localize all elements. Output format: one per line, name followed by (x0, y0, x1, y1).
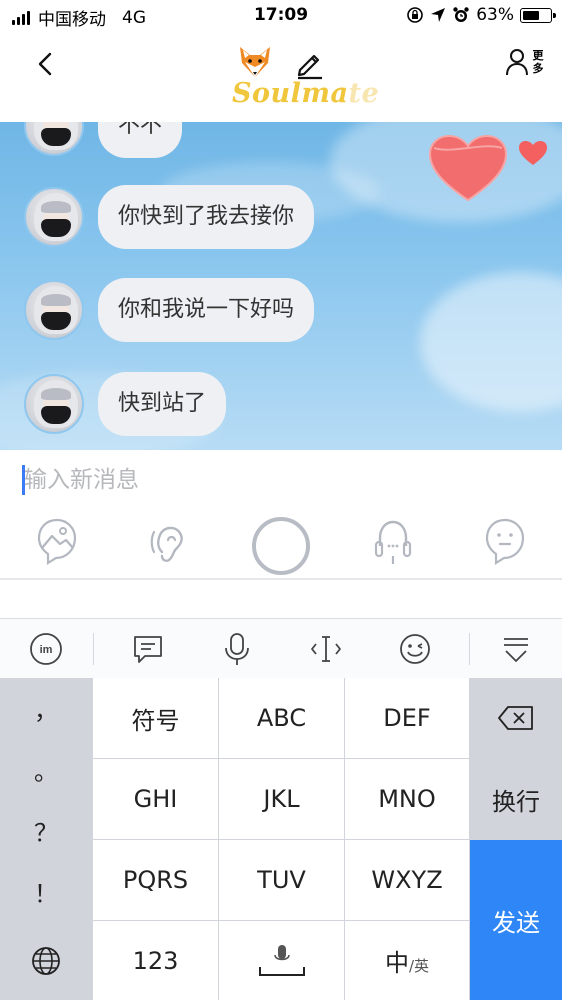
key-def[interactable]: DEF (345, 678, 469, 758)
key-tuv[interactable]: TUV (219, 840, 344, 920)
key-punct-exclaim[interactable]: ！ (0, 861, 92, 921)
chat-area[interactable]: 不不 你快到了我去接你 你和我说一下好吗 快到站了 (0, 122, 562, 450)
more-button[interactable]: 更多 (505, 48, 544, 76)
emoji-icon[interactable] (397, 631, 433, 667)
message-bubble[interactable]: 你和我说一下好吗 (98, 278, 315, 342)
backspace-icon (498, 706, 533, 730)
record-button[interactable] (250, 515, 312, 577)
orientation-lock-icon (407, 7, 424, 23)
ime-icon[interactable]: im (28, 631, 64, 667)
key-space[interactable] (219, 921, 344, 1000)
location-arrow-icon (431, 8, 446, 22)
image-icon[interactable] (36, 516, 78, 568)
alarm-icon (453, 7, 469, 22)
small-heart-icon[interactable] (518, 140, 548, 166)
avatar[interactable] (24, 374, 84, 434)
message-bubble[interactable]: 快到站了 (98, 372, 227, 436)
key-punct-period[interactable]: 。 (0, 739, 92, 799)
status-bar: 中国移动 4G 17:09 63% (0, 0, 562, 32)
microphone-icon[interactable] (219, 631, 255, 667)
key-language[interactable]: 中/英 (345, 921, 469, 1000)
message-row: 你和我说一下好吗 (24, 278, 315, 342)
key-jkl[interactable]: JKL (219, 759, 344, 839)
message-row: 你快到了我去接你 (24, 185, 315, 249)
key-globe[interactable] (0, 922, 92, 1000)
headphone-icon[interactable] (372, 516, 414, 568)
fox-face-icon (240, 47, 270, 77)
key-newline[interactable]: 换行 (470, 759, 562, 839)
keyboard-toolbar: im (0, 618, 562, 678)
message-row: 快到站了 (24, 372, 227, 436)
key-punct-question[interactable]: ？ (0, 800, 92, 860)
message-bubble[interactable]: 你快到了我去接你 (98, 185, 315, 249)
face-icon[interactable] (484, 516, 526, 568)
chevron-left-icon[interactable] (32, 50, 60, 78)
key-mno[interactable]: MNO (345, 759, 469, 839)
battery-icon (520, 7, 556, 23)
message-icon[interactable] (130, 631, 166, 667)
message-input-bar (0, 450, 562, 510)
brand-logo: Soulmate (232, 78, 380, 109)
key-abc[interactable]: ABC (219, 678, 344, 758)
collapse-keyboard-icon[interactable] (498, 631, 534, 667)
message-input[interactable] (24, 462, 544, 498)
key-123[interactable]: 123 (93, 921, 218, 1000)
globe-icon (32, 947, 60, 975)
svg-text:im: im (40, 644, 53, 656)
avatar[interactable] (24, 122, 84, 156)
action-bar (0, 510, 562, 580)
key-wxyz[interactable]: WXYZ (345, 840, 469, 920)
avatar[interactable] (24, 280, 84, 340)
space-mic-icon (258, 944, 305, 976)
cursor-icon[interactable] (308, 631, 344, 667)
key-pqrs[interactable]: PQRS (93, 840, 218, 920)
chat-header: Soulmate 更多 (0, 32, 562, 122)
ear-icon[interactable] (148, 516, 190, 568)
keyboard: ， 。 ？ ！ 符号 ABC DEF GHI JKL MNO 换行 PQRS T… (0, 678, 562, 1000)
battery-percent: 63% (476, 5, 514, 25)
key-symbols[interactable]: 符号 (93, 678, 218, 758)
message-row: 不不 (24, 122, 183, 158)
heart-icon[interactable] (428, 134, 508, 204)
divider (0, 578, 562, 580)
send-button[interactable]: 发送 (470, 840, 562, 1000)
person-icon (506, 49, 528, 76)
key-punct-comma[interactable]: ， (0, 678, 92, 738)
message-bubble[interactable]: 不不 (98, 122, 183, 158)
avatar[interactable] (24, 187, 84, 247)
pencil-icon[interactable] (294, 48, 326, 80)
more-label: 更多 (532, 49, 544, 75)
key-ghi[interactable]: GHI (93, 759, 218, 839)
key-backspace[interactable] (470, 678, 562, 758)
